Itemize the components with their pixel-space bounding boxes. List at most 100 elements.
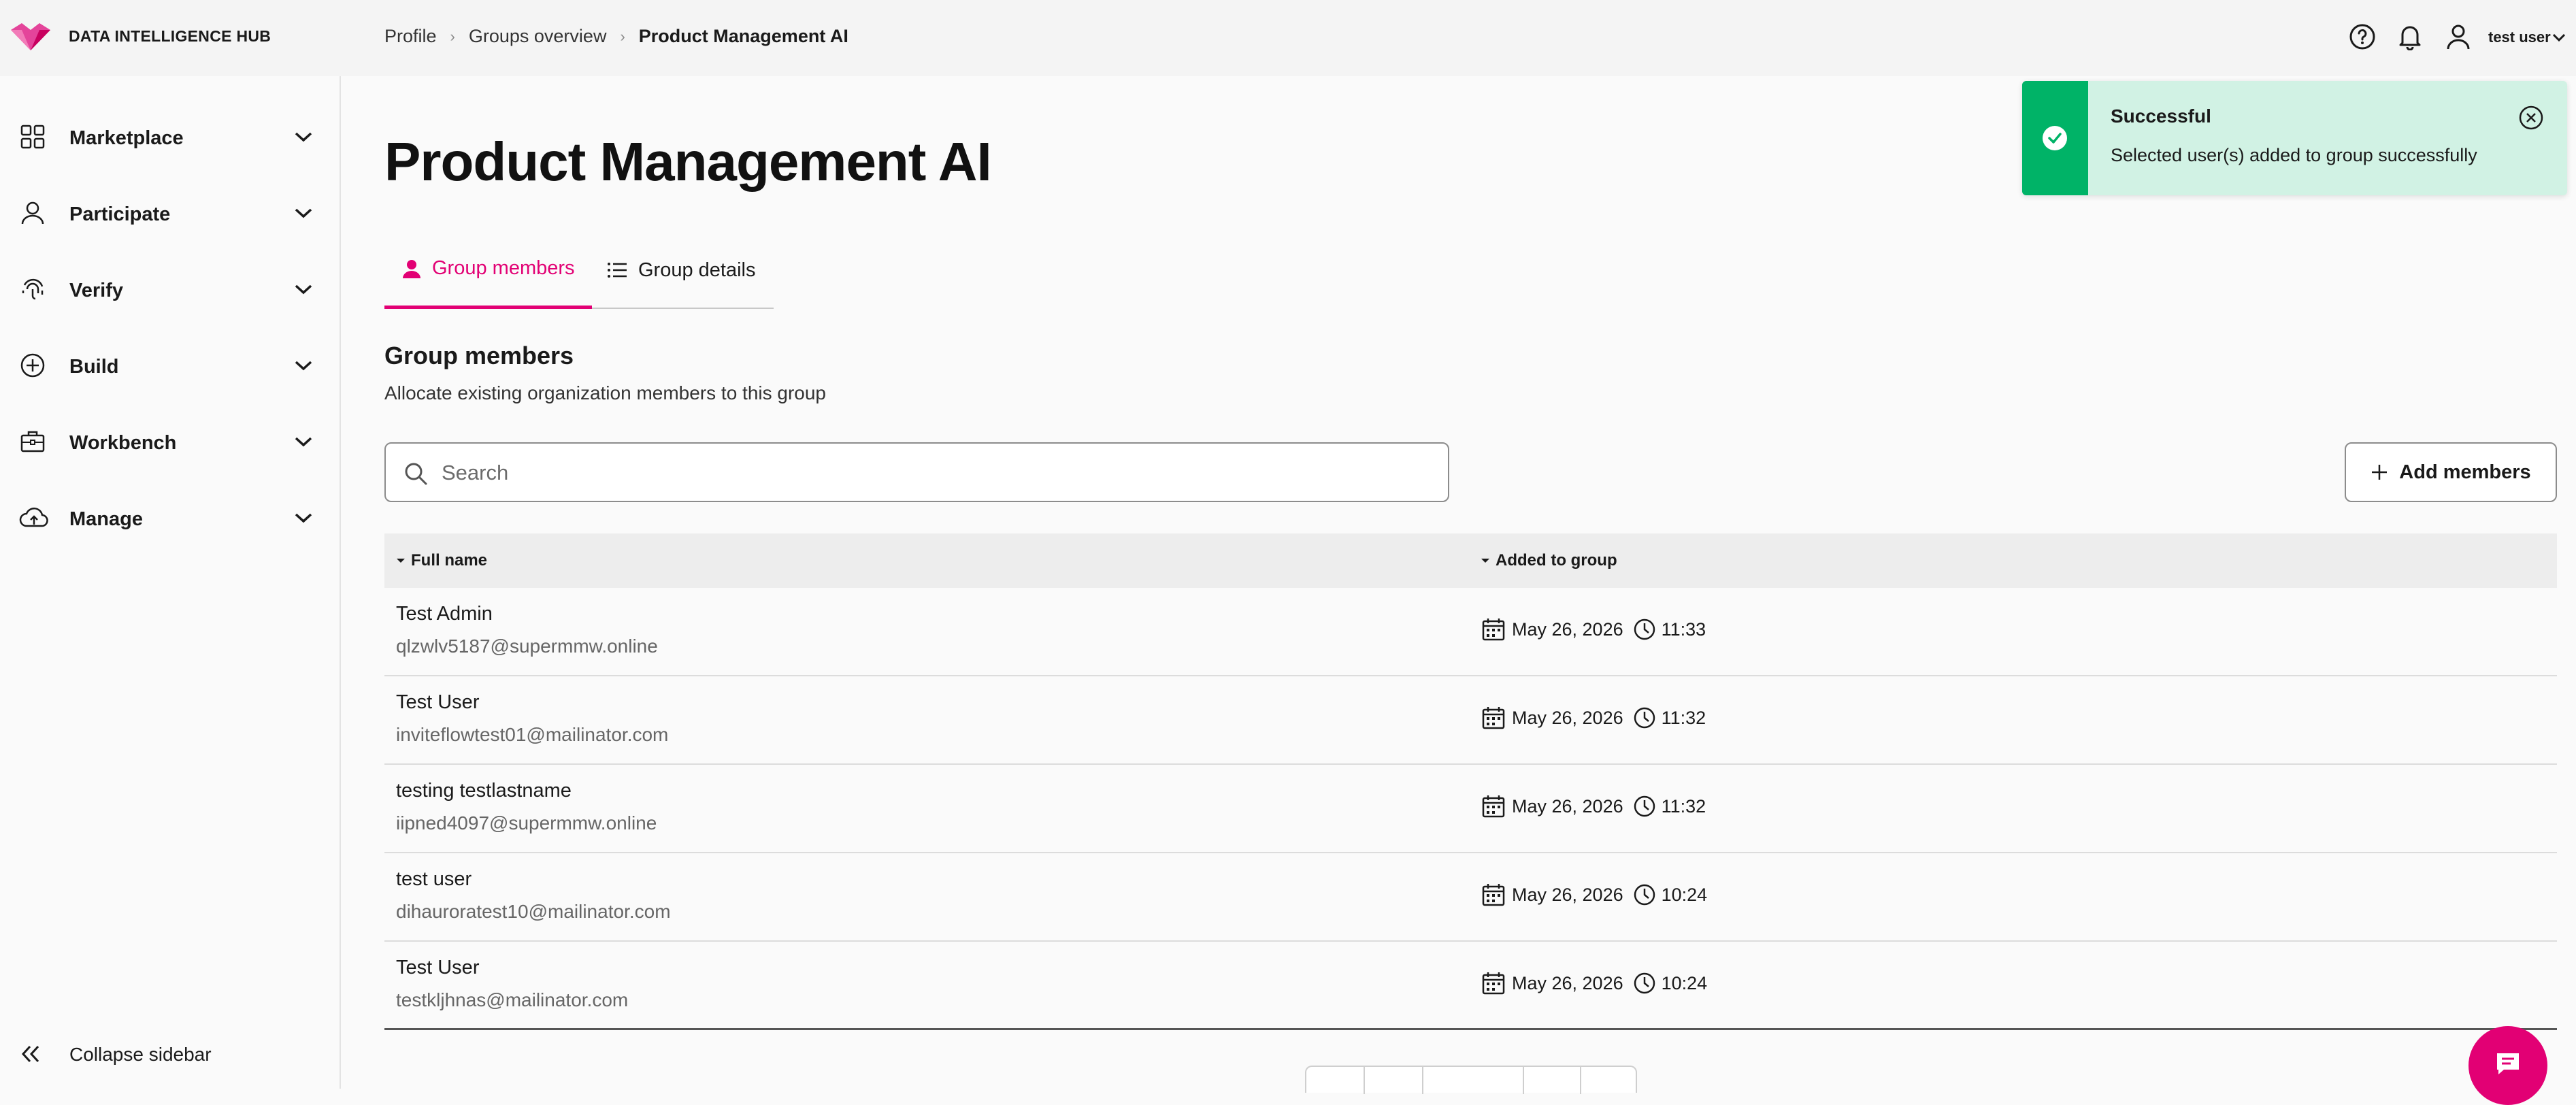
added-time: 10:24 bbox=[1661, 972, 1708, 993]
section-subtitle: Allocate existing organization members t… bbox=[384, 382, 827, 403]
tab-group-details[interactable]: Group details bbox=[607, 231, 756, 309]
chevron-down-icon bbox=[293, 359, 314, 372]
added-date: May 26, 2026 bbox=[1512, 619, 1623, 640]
cloud-upload-icon bbox=[19, 504, 49, 531]
clock-icon bbox=[1633, 618, 1656, 641]
added-time: 11:32 bbox=[1661, 707, 1706, 728]
help-icon[interactable] bbox=[2349, 23, 2376, 50]
chevron-down-icon bbox=[293, 511, 314, 525]
tab-label: Group members bbox=[432, 257, 575, 279]
added-time: 10:24 bbox=[1661, 884, 1708, 905]
sidebar-item-label: Marketplace bbox=[69, 127, 184, 149]
person-fill-icon bbox=[402, 259, 421, 279]
pagination-divider bbox=[1364, 1067, 1365, 1094]
search-box bbox=[384, 442, 1449, 502]
member-name: test user bbox=[396, 868, 472, 890]
success-toast: Successful Selected user(s) added to gro… bbox=[2022, 81, 2567, 195]
member-email: iipned4097@supermmw.online bbox=[396, 812, 657, 834]
chevron-down-icon bbox=[293, 206, 314, 220]
breadcrumb-profile[interactable]: Profile bbox=[384, 26, 437, 47]
clock-icon bbox=[1633, 706, 1656, 729]
breadcrumb-separator-icon: › bbox=[620, 27, 625, 45]
bell-icon[interactable] bbox=[2397, 23, 2423, 50]
close-icon[interactable] bbox=[2517, 104, 2545, 131]
section-title: Group members bbox=[384, 342, 574, 369]
collapse-sidebar-button[interactable]: Collapse sidebar bbox=[0, 1029, 340, 1076]
column-full-name[interactable]: Full name bbox=[396, 551, 487, 570]
chevron-down-icon bbox=[293, 435, 314, 448]
sidebar-item-label: Workbench bbox=[69, 432, 177, 454]
tab-group-members[interactable]: Group members bbox=[384, 231, 592, 309]
member-email: dihauroratest10@mailinator.com bbox=[396, 901, 671, 922]
added-date: May 26, 2026 bbox=[1512, 972, 1623, 993]
double-chevron-left-icon bbox=[19, 1044, 44, 1064]
member-email: inviteflowtest01@mailinator.com bbox=[396, 724, 669, 745]
sidebar-item-participate[interactable]: Participate bbox=[0, 186, 340, 240]
check-circle-icon bbox=[2041, 125, 2068, 152]
column-label: Added to group bbox=[1496, 551, 1617, 570]
calendar-icon bbox=[1482, 883, 1505, 906]
collapse-sidebar-label: Collapse sidebar bbox=[69, 1044, 212, 1065]
added-date: May 26, 2026 bbox=[1512, 707, 1623, 728]
top-bar: DATA INTELLIGENCE HUB Profile › Groups o… bbox=[0, 0, 2576, 76]
column-label: Full name bbox=[411, 551, 488, 570]
table-row[interactable]: testing testlastname iipned4097@supermmw… bbox=[384, 765, 2557, 853]
added-date: May 26, 2026 bbox=[1512, 795, 1623, 817]
chat-button[interactable] bbox=[2468, 1026, 2547, 1105]
pagination-divider bbox=[1523, 1067, 1524, 1094]
breadcrumb: Profile › Groups overview › Product Mana… bbox=[384, 26, 848, 47]
table-row[interactable]: Test User inviteflowtest01@mailinator.co… bbox=[384, 676, 2557, 765]
member-name: Test User bbox=[396, 957, 480, 978]
sidebar-item-marketplace[interactable]: Marketplace bbox=[0, 110, 340, 164]
sidebar: Marketplace Participate Verify Build Wor… bbox=[0, 76, 341, 1089]
grid-icon bbox=[19, 123, 46, 150]
page-title: Product Management AI bbox=[384, 131, 992, 192]
pagination-divider bbox=[1422, 1067, 1423, 1094]
member-email: testkljhnas@mailinator.com bbox=[396, 989, 629, 1010]
user-icon[interactable] bbox=[2446, 23, 2471, 50]
search-icon bbox=[403, 461, 428, 486]
table-row[interactable]: Test Admin qlzwlv5187@supermmw.online Ma… bbox=[384, 588, 2557, 676]
sidebar-item-build[interactable]: Build bbox=[0, 338, 340, 393]
add-members-button[interactable]: Add members bbox=[2345, 442, 2557, 502]
sidebar-item-label: Verify bbox=[69, 280, 123, 301]
member-name: testing testlastname bbox=[396, 780, 572, 802]
tabs: Group members Group details bbox=[384, 231, 774, 309]
brand-name: DATA INTELLIGENCE HUB bbox=[69, 27, 271, 45]
sort-caret-icon bbox=[396, 557, 406, 564]
added-to-group: May 26, 2026 11:33 bbox=[1482, 618, 1706, 641]
breadcrumb-current: Product Management AI bbox=[638, 26, 848, 46]
sort-caret-icon bbox=[1481, 557, 1490, 564]
calendar-icon bbox=[1482, 972, 1505, 995]
clock-icon bbox=[1633, 795, 1656, 818]
sidebar-item-manage[interactable]: Manage bbox=[0, 491, 340, 545]
breadcrumb-groups-overview[interactable]: Groups overview bbox=[469, 26, 607, 47]
added-date: May 26, 2026 bbox=[1512, 884, 1623, 905]
breadcrumb-separator-icon: › bbox=[450, 27, 455, 45]
sidebar-item-workbench[interactable]: Workbench bbox=[0, 414, 340, 469]
chevron-down-icon bbox=[293, 130, 314, 144]
brand-logo[interactable] bbox=[8, 20, 53, 53]
chevron-down-icon[interactable] bbox=[2552, 33, 2566, 42]
toast-message: Selected user(s) added to group successf… bbox=[2111, 145, 2477, 165]
table-row[interactable]: test user dihauroratest10@mailinator.com… bbox=[384, 853, 2557, 942]
chevron-down-icon bbox=[293, 282, 314, 296]
chat-icon bbox=[2494, 1051, 2522, 1078]
column-added-to-group[interactable]: Added to group bbox=[1481, 551, 1617, 570]
user-name[interactable]: test user bbox=[2488, 29, 2551, 46]
sidebar-item-verify[interactable]: Verify bbox=[0, 262, 340, 316]
calendar-icon bbox=[1482, 795, 1505, 818]
clock-icon bbox=[1633, 883, 1656, 906]
sidebar-item-label: Build bbox=[69, 356, 119, 378]
added-to-group: May 26, 2026 11:32 bbox=[1482, 795, 1706, 818]
plus-icon bbox=[2371, 463, 2388, 481]
add-members-label: Add members bbox=[2399, 461, 2531, 483]
added-to-group: May 26, 2026 10:24 bbox=[1482, 972, 1707, 995]
member-name: Test Admin bbox=[396, 603, 493, 625]
table-header: Full name Added to group bbox=[384, 533, 2557, 588]
table-row[interactable]: Test User testkljhnas@mailinator.com May… bbox=[384, 942, 2557, 1030]
search-input[interactable] bbox=[440, 456, 1420, 490]
clock-icon bbox=[1633, 972, 1656, 995]
added-time: 11:32 bbox=[1661, 795, 1706, 817]
added-to-group: May 26, 2026 11:32 bbox=[1482, 706, 1706, 729]
